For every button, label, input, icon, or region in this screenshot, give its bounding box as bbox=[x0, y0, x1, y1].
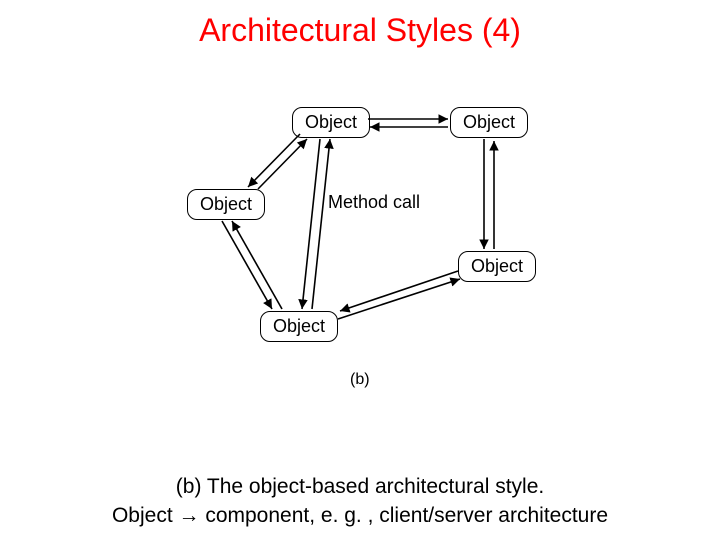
slide-title: Architectural Styles (4) bbox=[0, 12, 720, 49]
figure-label: (b) bbox=[350, 371, 370, 389]
object-node-bot-left: Object bbox=[260, 311, 338, 342]
caption-line-1: (b) The object-based architectural style… bbox=[176, 475, 544, 498]
method-call-label: Method call bbox=[328, 192, 420, 213]
object-node-mid-left: Object bbox=[187, 189, 265, 220]
object-node-top-left: Object bbox=[292, 107, 370, 138]
object-diagram: Object Object Object Object Object Metho… bbox=[0, 79, 720, 409]
object-node-top-right: Object bbox=[450, 107, 528, 138]
slide-caption: (b) The object-based architectural style… bbox=[0, 473, 720, 530]
object-node-bot-right: Object bbox=[458, 251, 536, 282]
caption-line-2: Object → component, e. g. , client/serve… bbox=[112, 504, 608, 527]
